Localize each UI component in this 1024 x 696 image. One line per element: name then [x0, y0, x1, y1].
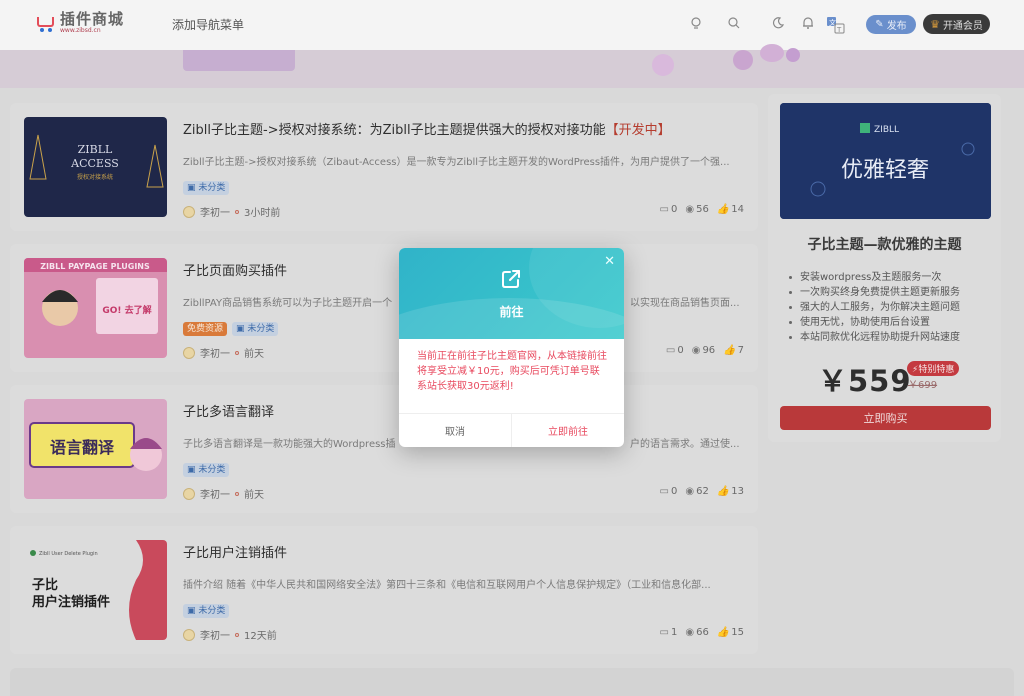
modal-message: 当前正在前往子比主题官网，从本链接前往将享受立减￥10元，购买后可凭订单号联系站…	[417, 351, 607, 392]
modal-header: ✕ 前往	[399, 248, 624, 339]
modal-title: 前往	[499, 305, 524, 319]
go-now-button[interactable]: 立即前往	[512, 414, 624, 447]
external-link-icon	[502, 270, 520, 288]
modal-footer: 取消 立即前往	[399, 413, 624, 447]
redirect-modal: ✕ 前往 当前正在前往子比主题官网，从本链接前往将享受立减￥10元，购买后可凭订…	[399, 248, 624, 447]
close-icon[interactable]: ✕	[604, 254, 615, 269]
cancel-button[interactable]: 取消	[399, 414, 512, 447]
